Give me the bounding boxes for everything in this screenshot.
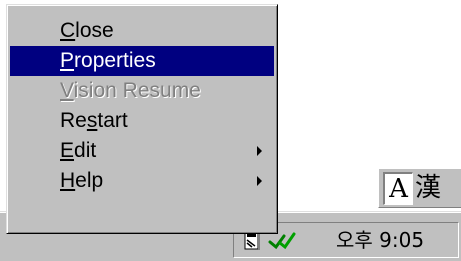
menu-item-label: Help (60, 169, 104, 192)
taskbar-clock[interactable]: 오후 9:05 (336, 228, 424, 252)
menu-item-label: Edit (60, 139, 97, 162)
ime-mode-button[interactable]: A (383, 172, 413, 205)
menu-item-restart[interactable]: Restart (10, 106, 274, 136)
menu-item-help[interactable]: Help (10, 166, 274, 196)
submenu-arrow-icon (257, 146, 262, 156)
menu-item-vision-resume: Vision Resume (10, 76, 274, 106)
ime-hanja-button[interactable]: 漢 (415, 172, 441, 204)
ime-indicator: A 漢 (378, 168, 461, 208)
menu-item-close[interactable]: Close (10, 16, 274, 46)
menu-item-label: Properties (60, 49, 156, 72)
tray-context-menu: Close Properties Vision Resume Restart E… (6, 4, 278, 234)
menu-item-properties[interactable]: Properties (10, 46, 274, 76)
menu-item-edit[interactable]: Edit (10, 136, 274, 166)
menu-item-label: Close (60, 19, 114, 42)
document-icon[interactable] (244, 231, 260, 251)
submenu-arrow-icon (257, 176, 262, 186)
menu-item-label: Vision Resume (60, 79, 201, 102)
menu-item-label: Restart (60, 109, 128, 132)
